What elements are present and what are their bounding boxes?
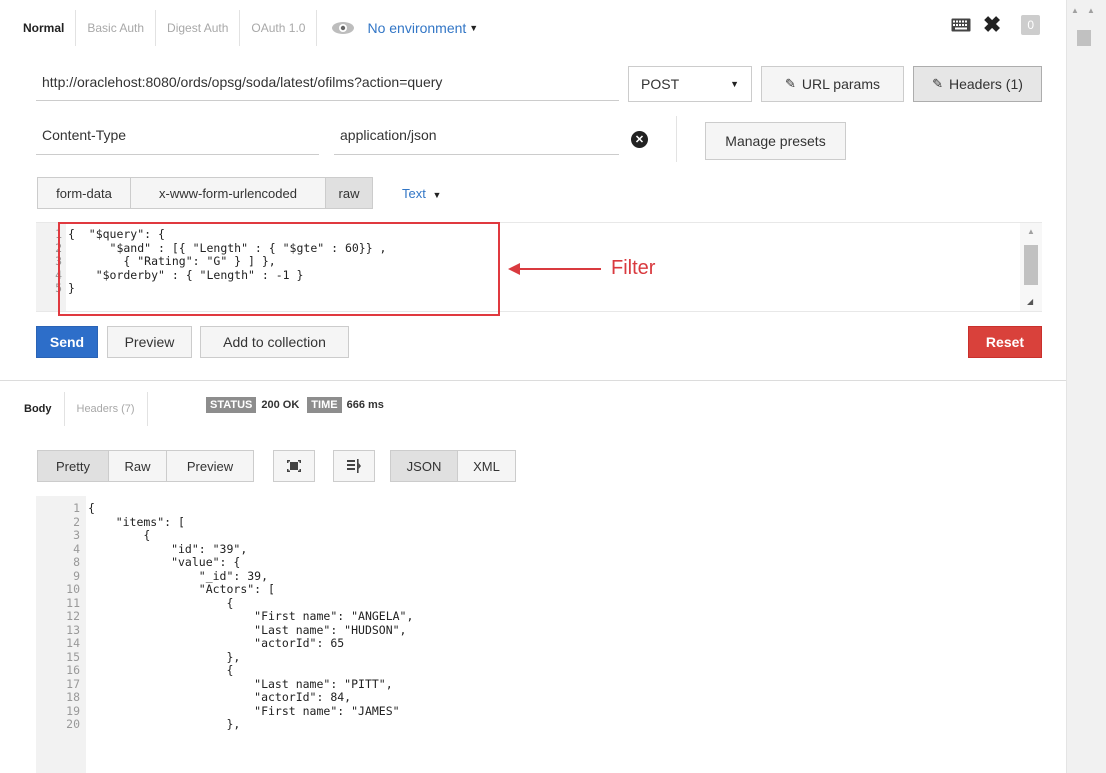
headers-button[interactable]: ✎ Headers (1): [913, 66, 1042, 102]
chevron-down-icon: ▼: [432, 190, 442, 200]
top-toolbar: ✖ 0: [951, 10, 1040, 40]
eye-icon: [332, 22, 355, 34]
tab-normal[interactable]: Normal: [12, 10, 77, 46]
code-line: "Last name": "HUDSON",: [88, 622, 407, 637]
edit-icon: ✎: [785, 76, 796, 91]
body-mode-group: form-data x-www-form-urlencoded raw: [37, 177, 373, 209]
auth-tabs: Normal Basic Auth Digest Auth OAuth 1.0 …: [12, 10, 478, 46]
format-group: JSON XML: [390, 450, 516, 482]
format-json[interactable]: JSON: [390, 450, 458, 482]
header-value-input[interactable]: [334, 115, 619, 155]
response-body-viewer[interactable]: 1 2 3 4 8 9 10 11 12 13 14 15 16 17 18 1…: [36, 496, 1066, 773]
code-line: {: [88, 528, 151, 542]
response-tabs: Body Headers (7): [12, 392, 148, 426]
preview-button[interactable]: Preview: [107, 326, 192, 358]
code-line: "Actors": [: [88, 582, 275, 596]
divider: [676, 116, 677, 162]
manage-presets-button[interactable]: Manage presets: [705, 122, 846, 160]
reset-button[interactable]: Reset: [968, 326, 1042, 358]
page-scrollbar[interactable]: ▲ ▲: [1066, 0, 1106, 773]
code-line: "Last name": "PITT",: [88, 676, 393, 691]
view-pretty[interactable]: Pretty: [37, 450, 109, 482]
tab-body[interactable]: Body: [12, 392, 65, 426]
tab-headers[interactable]: Headers (7): [65, 392, 148, 426]
edit-icon: ✎: [932, 76, 943, 91]
response-body-code[interactable]: { "items": [ { "id": "39", "value": { "_…: [88, 501, 414, 732]
scrollbar-thumb[interactable]: [1077, 30, 1091, 46]
tab-oauth[interactable]: OAuth 1.0: [240, 10, 318, 46]
body-mode-form-data[interactable]: form-data: [37, 177, 131, 209]
arrow-left-icon: [508, 263, 601, 275]
filter-annotation-label: Filter: [611, 257, 656, 279]
line-numbers: 1 2 3 4 8 9 10 11 12 13 14 15 16 17 18 1…: [66, 501, 80, 731]
code-line: "First name": "ANGELA",: [88, 609, 414, 623]
status-value: 200 OK: [261, 399, 300, 411]
code-line: {: [88, 663, 234, 677]
scroll-up-icon[interactable]: ▲: [1087, 6, 1095, 15]
tab-digest-auth[interactable]: Digest Auth: [156, 10, 241, 46]
text-type-dropdown[interactable]: Text ▼: [402, 186, 441, 201]
filter-highlight-box: [58, 222, 500, 316]
wrap-lines-icon: [347, 459, 361, 473]
environment-label: No environment: [367, 20, 467, 36]
status-bar: STATUS 200 OK TIME 666 ms: [206, 397, 392, 413]
url-input[interactable]: [36, 63, 619, 101]
scrollbar-thumb[interactable]: [1024, 245, 1038, 285]
editor-scrollbar[interactable]: ▲ ◢: [1020, 223, 1042, 311]
headers-label: Headers (1): [948, 76, 1023, 92]
remove-header-icon[interactable]: ✕: [631, 131, 648, 148]
time-tag: TIME: [307, 397, 342, 413]
scroll-up-icon[interactable]: ▲: [1027, 227, 1035, 236]
fullscreen-button[interactable]: [273, 450, 315, 482]
add-to-collection-button[interactable]: Add to collection: [200, 326, 349, 358]
format-xml[interactable]: XML: [457, 450, 516, 482]
body-mode-raw[interactable]: raw: [325, 177, 373, 209]
code-line: {: [88, 595, 234, 610]
tab-basic-auth[interactable]: Basic Auth: [76, 10, 157, 46]
scroll-up-icon[interactable]: ▲: [1071, 6, 1079, 15]
code-line: "First name": "JAMES": [88, 703, 400, 718]
url-params-label: URL params: [801, 76, 880, 92]
status-tag: STATUS: [206, 397, 257, 413]
chevron-down-icon: ▼: [469, 23, 479, 33]
method-value: POST: [641, 76, 680, 92]
code-line: "items": [: [88, 514, 185, 529]
view-raw[interactable]: Raw: [108, 450, 167, 482]
code-line: "actorId": 65: [88, 636, 345, 650]
time-value: 666 ms: [346, 399, 384, 411]
url-params-button[interactable]: ✎ URL params: [761, 66, 904, 102]
view-mode-group: Pretty Raw Preview: [37, 450, 254, 482]
code-line: "value": {: [88, 555, 241, 569]
method-select[interactable]: POST ▼: [628, 66, 752, 102]
text-type-label: Text: [402, 186, 426, 201]
fullscreen-icon: [287, 460, 301, 472]
wrap-lines-button[interactable]: [333, 450, 375, 482]
section-divider: [0, 380, 1066, 381]
code-line: "actorId": 84,: [88, 690, 352, 704]
body-mode-urlencoded[interactable]: x-www-form-urlencoded: [130, 177, 326, 209]
code-line: "id": "39",: [88, 541, 248, 556]
resize-handle-icon[interactable]: ◢: [1027, 297, 1033, 306]
environment-selector[interactable]: No environment ▼: [317, 10, 478, 46]
view-preview[interactable]: Preview: [166, 450, 254, 482]
chevron-down-icon: ▼: [730, 79, 739, 89]
code-line: "_id": 39,: [88, 568, 269, 583]
tools-icon[interactable]: ✖: [983, 14, 1001, 36]
send-button[interactable]: Send: [36, 326, 98, 358]
code-line: },: [88, 649, 241, 664]
code-line: {: [88, 501, 95, 515]
keyboard-icon[interactable]: [951, 18, 971, 32]
count-badge: 0: [1021, 15, 1040, 35]
code-line: },: [88, 717, 241, 731]
header-key-input[interactable]: [36, 115, 319, 155]
